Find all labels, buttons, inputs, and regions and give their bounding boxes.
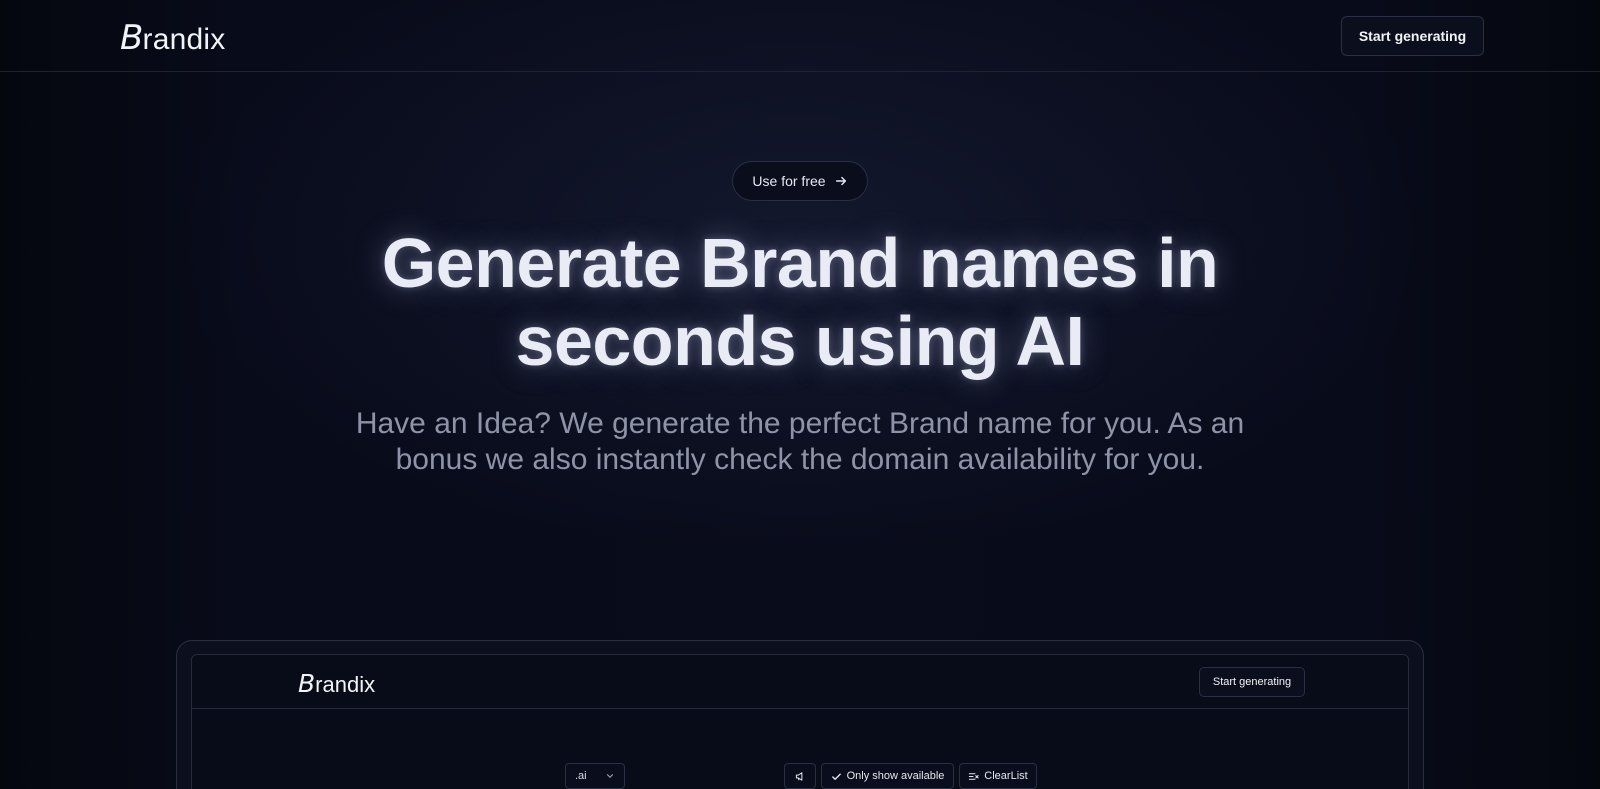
megaphone-icon	[795, 771, 802, 781]
start-generating-button[interactable]: Start generating	[1341, 16, 1484, 56]
use-for-free-button[interactable]: Use for free	[732, 161, 868, 201]
only-show-available-button: Only show available	[821, 763, 954, 789]
hero-subtitle: Have an Idea? We generate the perfect Br…	[300, 406, 1300, 478]
announce-button	[784, 763, 816, 789]
preview-navbar: Brandix Start generating	[192, 655, 1408, 709]
clear-list-label: ClearList	[984, 770, 1028, 782]
preview-brand-logo: Brandix	[298, 669, 375, 698]
check-icon	[831, 773, 841, 780]
preview-logo-text: randix	[315, 672, 376, 697]
hero-title: Generate Brand names in seconds using AI	[250, 224, 1350, 380]
hero-title-line-1: Generate Brand names in	[381, 224, 1219, 302]
clear-list-icon	[969, 772, 979, 780]
only-show-available-label: Only show available	[846, 770, 945, 782]
arrow-right-icon	[835, 176, 846, 186]
hero-subtitle-line-2: bonus we also instantly check the domain…	[395, 443, 1205, 476]
brand-logo[interactable]: Brandix	[120, 18, 225, 58]
hero-subtitle-line-1: Have an Idea? We generate the perfect Br…	[355, 407, 1245, 440]
preview-start-generating-button: Start generating	[1199, 667, 1305, 697]
app-preview-screen: Brandix Start generating .ai Only show a…	[191, 654, 1409, 789]
logo-mark: B	[120, 18, 144, 58]
preview-logo-mark: B	[298, 669, 316, 698]
use-for-free-label: Use for free	[752, 173, 826, 189]
logo-text: randix	[142, 23, 226, 56]
chevron-down-icon	[606, 774, 614, 778]
hero-title-line-2: seconds using AI	[515, 302, 1085, 380]
clear-list-button: ClearList	[959, 763, 1037, 789]
top-navbar: Brandix Start generating	[0, 0, 1600, 72]
tld-select: .ai	[565, 763, 625, 789]
tld-selected-value: .ai	[575, 770, 587, 782]
